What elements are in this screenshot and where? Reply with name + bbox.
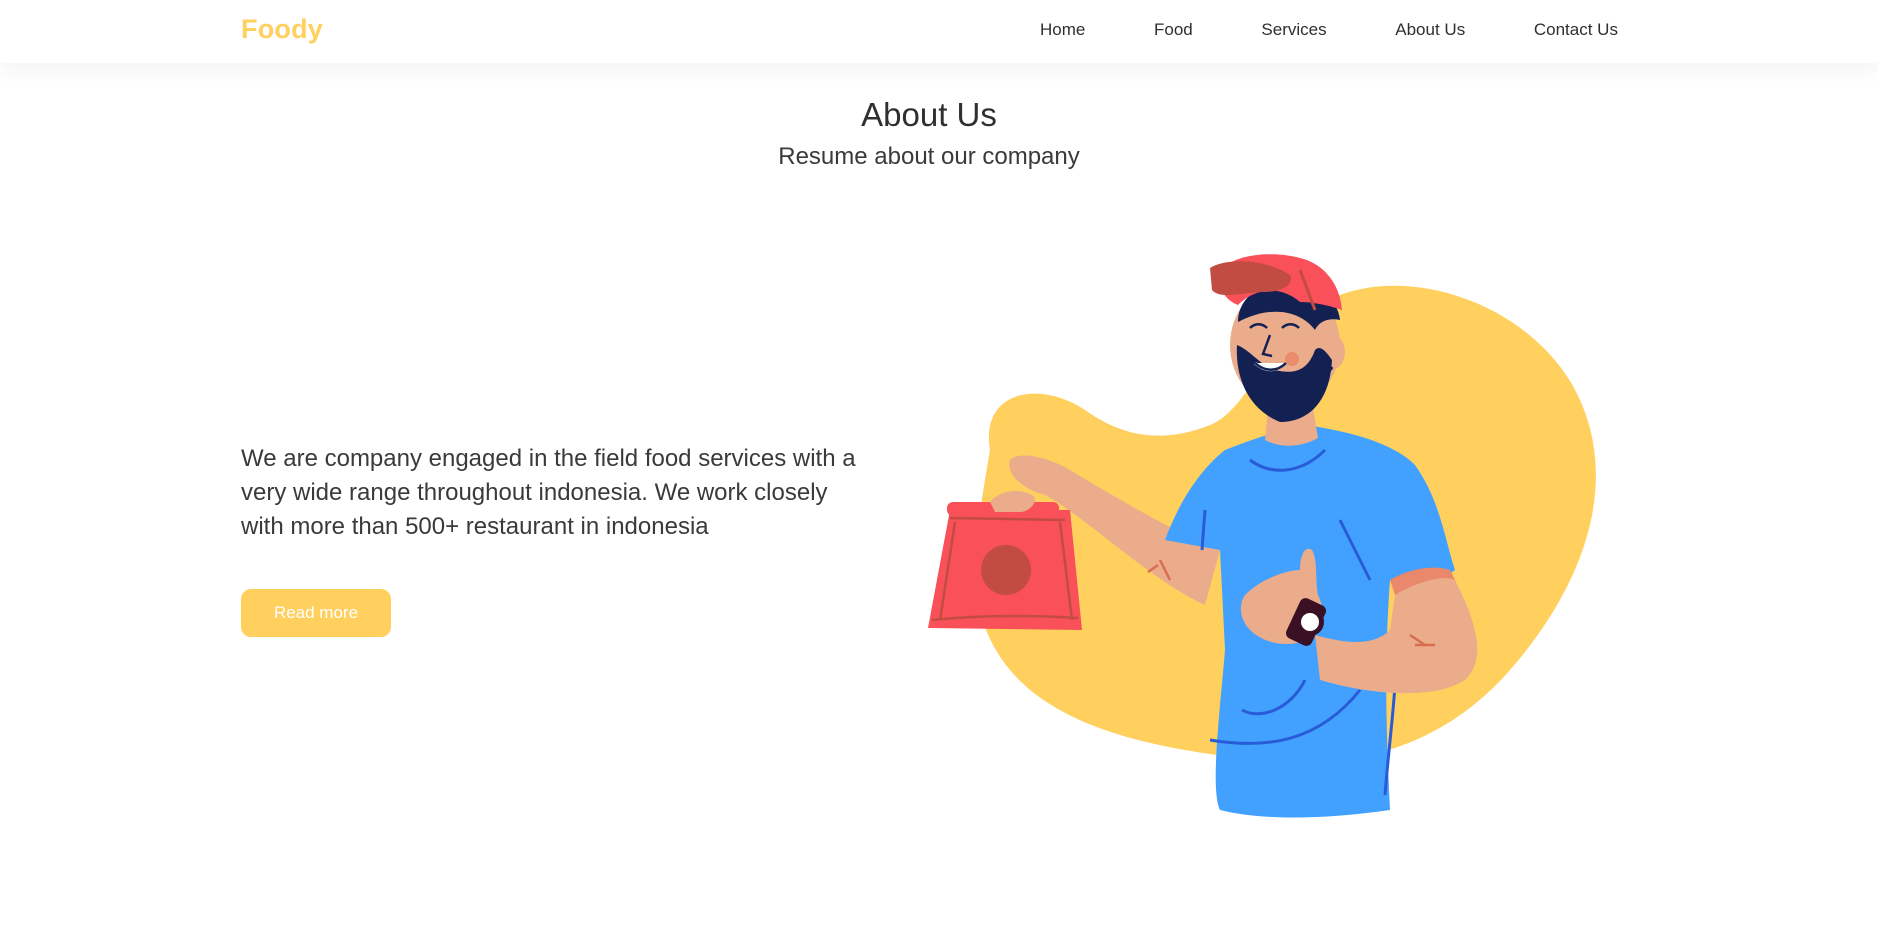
delivery-man-illustration: [928, 254, 1596, 818]
about-description: We are company engaged in the field food…: [241, 445, 856, 540]
nav-link-about-us[interactable]: About Us: [1395, 20, 1465, 40]
section-title: About Us: [861, 96, 997, 133]
navbar: Foody Home Food Services About Us Contac…: [0, 0, 1878, 63]
nav-link-home[interactable]: Home: [1040, 20, 1085, 40]
bag-logo: [981, 545, 1031, 595]
section-subtitle: Resume about our company: [778, 143, 1080, 170]
nav-link-contact-us[interactable]: Contact Us: [1534, 20, 1618, 40]
nav-links: Home Food Services About Us Contact Us: [1040, 20, 1618, 40]
brand-logo[interactable]: Foody: [241, 14, 323, 45]
read-more-button[interactable]: Read more: [241, 589, 391, 637]
nav-link-food[interactable]: Food: [1154, 20, 1193, 40]
nav-link-services[interactable]: Services: [1261, 20, 1326, 40]
